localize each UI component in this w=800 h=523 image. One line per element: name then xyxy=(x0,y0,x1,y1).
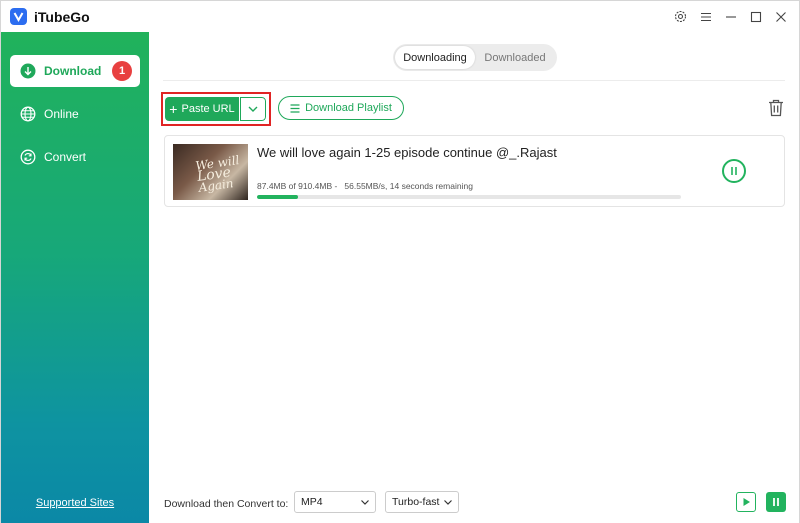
app-window: iTubeGo Download 1 Online Convert Suppor… xyxy=(0,0,800,523)
convert-label: Download then Convert to: xyxy=(164,498,289,510)
close-icon[interactable] xyxy=(768,1,793,32)
start-all-button[interactable] xyxy=(736,492,756,512)
title-bar: iTubeGo xyxy=(1,1,799,32)
window-controls xyxy=(668,1,799,32)
download-tabs: Downloading Downloaded xyxy=(393,44,557,71)
divider xyxy=(163,80,785,81)
download-progress-fill xyxy=(257,195,298,199)
pause-icon xyxy=(773,498,779,506)
download-title: We will love again 1-25 episode continue… xyxy=(257,145,557,160)
chevron-down-icon xyxy=(444,500,452,505)
download-playlist-button[interactable]: Download Playlist xyxy=(278,96,404,120)
minimize-icon[interactable] xyxy=(718,1,743,32)
sidebar-item-label: Online xyxy=(44,107,79,121)
download-status: 87.4MB of 910.4MB - 56.55MB/s, 14 second… xyxy=(257,181,473,191)
download-progress-bar xyxy=(257,195,681,199)
tab-downloading[interactable]: Downloading xyxy=(395,46,475,69)
pause-all-button[interactable] xyxy=(766,492,786,512)
pause-icon xyxy=(731,167,737,175)
sidebar-item-label: Download xyxy=(44,64,102,78)
pause-download-button[interactable] xyxy=(722,159,746,183)
gear-icon[interactable] xyxy=(668,1,693,32)
format-select[interactable]: MP4 xyxy=(294,491,376,513)
paste-url-button[interactable]: + Paste URL xyxy=(165,97,239,121)
chevron-down-icon xyxy=(248,106,258,112)
download-playlist-label: Download Playlist xyxy=(305,102,392,114)
play-icon xyxy=(743,498,750,506)
bottom-bar: Download then Convert to: MP4 Turbo-fast xyxy=(149,483,799,523)
sidebar: Download 1 Online Convert Supported Site… xyxy=(1,32,149,523)
speed-select[interactable]: Turbo-fast xyxy=(385,491,459,513)
supported-sites-link[interactable]: Supported Sites xyxy=(1,497,149,509)
format-value: MP4 xyxy=(301,496,323,508)
thumbnail-caption: We will Love Again xyxy=(194,153,241,195)
video-thumbnail: We will Love Again xyxy=(173,144,248,200)
sidebar-item-online[interactable]: Online xyxy=(10,98,140,130)
tab-downloaded[interactable]: Downloaded xyxy=(475,46,555,69)
sidebar-item-convert[interactable]: Convert xyxy=(10,141,140,173)
app-title: iTubeGo xyxy=(34,8,90,25)
menu-icon[interactable] xyxy=(693,1,718,32)
sidebar-item-label: Convert xyxy=(44,150,87,164)
chevron-down-icon xyxy=(361,500,369,505)
download-icon xyxy=(20,63,36,79)
playlist-icon xyxy=(290,103,300,113)
trash-icon[interactable] xyxy=(768,99,784,117)
download-count-badge: 1 xyxy=(112,61,132,81)
app-logo-icon xyxy=(10,8,27,25)
convert-icon xyxy=(20,149,36,165)
main-panel: Downloading Downloaded + Paste URL Downl… xyxy=(149,32,799,523)
paste-url-dropdown[interactable] xyxy=(240,97,266,121)
sidebar-item-download[interactable]: Download 1 xyxy=(10,55,140,87)
plus-icon: + xyxy=(169,101,178,117)
paste-url-button-group: + Paste URL xyxy=(165,97,266,121)
maximize-icon[interactable] xyxy=(743,1,768,32)
globe-icon xyxy=(20,106,36,122)
speed-value: Turbo-fast xyxy=(392,496,440,508)
download-item: We will Love Again We will love again 1-… xyxy=(164,135,785,207)
paste-url-label: Paste URL xyxy=(181,103,235,115)
